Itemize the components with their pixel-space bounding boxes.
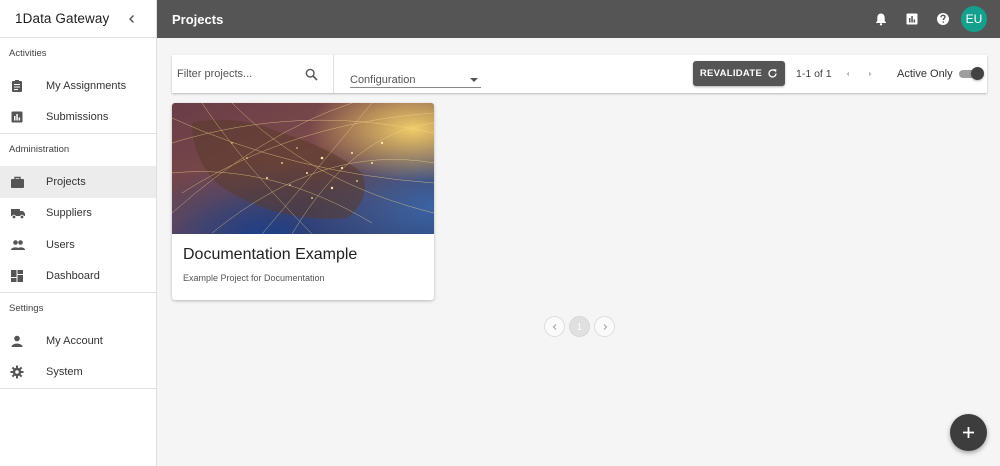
chevron-left-icon xyxy=(846,71,849,77)
chevron-left-icon xyxy=(552,323,556,330)
revalidate-button[interactable]: REVALIDATE xyxy=(693,61,785,86)
section-title: Settings xyxy=(9,303,44,314)
gear-icon xyxy=(0,365,46,379)
section-title: Activities xyxy=(9,48,47,59)
person-icon xyxy=(0,334,46,348)
chevron-left-icon xyxy=(129,14,134,23)
assignment-icon xyxy=(0,79,46,93)
pager-previous-button[interactable] xyxy=(544,316,565,337)
card-pagination: 1 xyxy=(544,316,615,337)
help-icon xyxy=(936,13,949,25)
help-button[interactable] xyxy=(927,0,958,38)
search-icon xyxy=(305,68,318,81)
projects-toolbar: Configuration REVALIDATE 1-1 of 1 Active… xyxy=(172,55,987,93)
plus-icon xyxy=(963,427,974,438)
pager-page-button[interactable]: 1 xyxy=(569,316,590,337)
sidebar-item-label: Users xyxy=(46,238,75,251)
truck-icon xyxy=(0,206,46,220)
collapse-sidebar-button[interactable] xyxy=(124,11,140,27)
sidebar-item-label: System xyxy=(46,366,83,379)
configuration-select-label: Configuration xyxy=(350,74,416,86)
page-range: 1-1 of 1 xyxy=(796,68,832,80)
chevron-right-icon xyxy=(869,71,872,77)
sidebar-item-suppliers[interactable]: Suppliers xyxy=(0,198,156,230)
project-description: Example Project for Documentation xyxy=(183,273,325,283)
project-title: Documentation Example xyxy=(183,246,358,263)
configuration-select[interactable]: Configuration xyxy=(350,68,481,88)
active-only-toggle[interactable] xyxy=(959,67,984,81)
sidebar-item-label: Projects xyxy=(46,175,86,188)
sidebar: 1Data Gateway Activities My Assignments … xyxy=(0,0,157,466)
active-only-label: Active Only xyxy=(897,68,953,80)
previous-page-button[interactable] xyxy=(841,67,855,81)
chevron-right-icon xyxy=(603,323,607,330)
notifications-button[interactable] xyxy=(865,0,896,38)
app-title: 1Data Gateway xyxy=(15,11,110,26)
app-bar: Projects EU xyxy=(157,0,1000,38)
sidebar-item-users[interactable]: Users xyxy=(0,229,156,261)
sidebar-item-dashboard[interactable]: Dashboard xyxy=(0,261,156,293)
dropdown-caret-icon xyxy=(470,78,478,82)
sidebar-item-system[interactable]: System xyxy=(0,357,156,389)
sidebar-item-label: Dashboard xyxy=(46,270,100,283)
sidebar-item-submissions[interactable]: Submissions xyxy=(0,102,156,134)
toggle-thumb xyxy=(971,67,984,80)
sidebar-item-label: My Account xyxy=(46,334,103,347)
sidebar-item-label: My Assignments xyxy=(46,79,127,92)
reports-button[interactable] xyxy=(896,0,927,38)
briefcase-icon xyxy=(0,175,46,189)
people-icon xyxy=(0,238,46,252)
user-avatar[interactable]: EU xyxy=(961,6,987,32)
bar-chart-icon xyxy=(0,110,46,124)
app-bar-actions: EU xyxy=(865,0,987,38)
sidebar-item-projects[interactable]: Projects xyxy=(0,166,156,198)
dashboard-icon xyxy=(0,269,46,283)
night-earth-network-image xyxy=(172,103,434,234)
revalidate-label: REVALIDATE xyxy=(699,68,763,79)
refresh-icon xyxy=(768,69,777,78)
section-title: Administration xyxy=(9,144,70,155)
add-project-button[interactable] xyxy=(950,414,987,451)
next-page-button[interactable] xyxy=(863,67,877,81)
sidebar-header: 1Data Gateway xyxy=(0,0,156,38)
bar-chart-icon xyxy=(906,13,917,25)
sidebar-section-administration: Administration Projects Suppliers Users … xyxy=(0,134,156,293)
sidebar-section-activities: Activities My Assignments Submissions xyxy=(0,38,156,134)
bell-icon xyxy=(875,13,886,26)
pager-next-button[interactable] xyxy=(594,316,615,337)
sidebar-item-my-account[interactable]: My Account xyxy=(0,325,156,357)
search-button[interactable] xyxy=(301,64,321,84)
filter-projects-input[interactable] xyxy=(177,68,297,80)
sidebar-item-label: Suppliers xyxy=(46,207,92,220)
page-title: Projects xyxy=(172,11,224,27)
sidebar-section-settings: Settings My Account System xyxy=(0,293,156,389)
sidebar-item-label: Submissions xyxy=(46,111,109,124)
project-card[interactable]: Documentation Example Example Project fo… xyxy=(172,103,434,300)
filter-wrap xyxy=(172,55,334,93)
sidebar-item-my-assignments[interactable]: My Assignments xyxy=(0,70,156,102)
